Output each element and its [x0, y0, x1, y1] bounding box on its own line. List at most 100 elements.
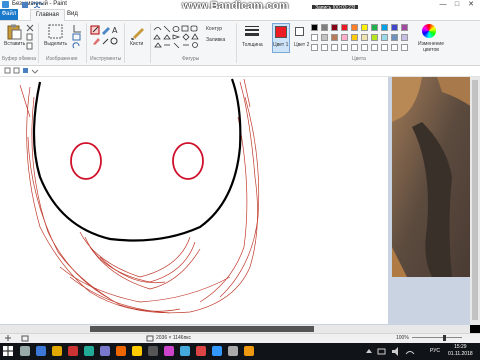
palette-swatch[interactable] — [351, 24, 358, 31]
image-group-label: Изображение — [46, 56, 78, 62]
palette-swatch[interactable] — [311, 34, 318, 41]
taskbar-app-icon[interactable] — [196, 346, 206, 356]
close-button[interactable]: ✕ — [464, 0, 478, 9]
taskbar-app-icon[interactable] — [84, 346, 94, 356]
paste-button-label[interactable]: Вставить — [4, 41, 25, 47]
size-button-label[interactable]: Толщина — [242, 42, 263, 48]
palette-swatch[interactable] — [351, 34, 358, 41]
palette-swatch[interactable] — [381, 44, 388, 51]
palette-swatch[interactable] — [371, 44, 378, 51]
drawing — [19, 78, 260, 314]
taskbar-app-icon[interactable] — [228, 346, 238, 356]
color2-label[interactable]: Цвет 2 — [294, 42, 309, 48]
palette-swatch[interactable] — [341, 44, 348, 51]
color2-swatch[interactable] — [295, 27, 304, 36]
palette-swatch[interactable] — [311, 24, 318, 31]
palette-swatch[interactable] — [381, 34, 388, 41]
palette-swatch[interactable] — [331, 44, 338, 51]
quick-toolbar-icons[interactable] — [4, 67, 44, 75]
palette-swatch[interactable] — [341, 34, 348, 41]
taskbar-app-icon[interactable] — [20, 346, 30, 356]
select-icon[interactable] — [48, 24, 64, 40]
palette-swatch[interactable] — [371, 34, 378, 41]
shapes-gallery[interactable] — [153, 25, 203, 51]
minimize-button[interactable]: — — [436, 0, 450, 9]
separator — [38, 23, 39, 63]
clock-time: 15:29 — [454, 344, 467, 350]
ribbon-tabs: Файл Главная Вид — [0, 9, 480, 21]
palette-swatch[interactable] — [391, 34, 398, 41]
taskbar-app-icon[interactable] — [116, 346, 126, 356]
drawing-canvas[interactable] — [0, 77, 388, 324]
brushes-icon[interactable] — [130, 24, 146, 40]
left-eye — [70, 142, 102, 180]
image-dimensions: 2036 × 1146пкс — [156, 335, 192, 341]
palette-swatch[interactable] — [341, 24, 348, 31]
zoom-slider[interactable] — [412, 337, 462, 338]
palette-swatch[interactable] — [361, 24, 368, 31]
tools-group-label: Инструменты — [90, 56, 122, 62]
maximize-button[interactable]: □ — [450, 0, 464, 9]
palette-swatch[interactable] — [401, 34, 408, 41]
shapes-group-label: Фигуры — [182, 56, 200, 62]
color-palette — [311, 24, 415, 54]
paste-icon[interactable] — [6, 24, 22, 40]
palette-swatch[interactable] — [321, 24, 328, 31]
palette-swatch[interactable] — [361, 34, 368, 41]
edit-colors-label[interactable]: Изменение цветов — [416, 41, 446, 53]
start-icon[interactable] — [2, 345, 14, 357]
status-icons — [5, 335, 29, 342]
taskbar-app-icon[interactable] — [52, 346, 62, 356]
palette-swatch[interactable] — [391, 24, 398, 31]
dimensions-icon — [146, 335, 154, 342]
tools-icons[interactable]: A — [90, 25, 118, 47]
size-icon[interactable] — [244, 25, 260, 39]
separator — [150, 23, 151, 63]
cut-copy-icons[interactable] — [26, 24, 34, 50]
palette-swatch[interactable] — [321, 44, 328, 51]
separator — [236, 23, 237, 63]
select-button-label[interactable]: Выделить — [44, 41, 67, 47]
sketch-lines — [19, 78, 260, 314]
crop-resize-rotate-icons[interactable] — [72, 24, 82, 50]
palette-swatch[interactable] — [381, 24, 388, 31]
quick-access-icons[interactable] — [22, 1, 52, 9]
taskbar-app-icon[interactable] — [244, 346, 254, 356]
clock-date: 01.11.2018 — [448, 351, 473, 357]
palette-swatch[interactable] — [361, 44, 368, 51]
palette-swatch[interactable] — [391, 44, 398, 51]
color1-label: Цвет 1 — [273, 42, 289, 48]
palette-swatch[interactable] — [331, 24, 338, 31]
taskbar-app-icon[interactable] — [148, 346, 158, 356]
taskbar-app-icon[interactable] — [36, 346, 46, 356]
outline-dropdown[interactable]: Контур — [206, 26, 222, 32]
palette-swatch[interactable] — [351, 44, 358, 51]
palette-swatch[interactable] — [371, 24, 378, 31]
brushes-button-label[interactable]: Кисти — [130, 41, 143, 47]
taskbar-app-icon[interactable] — [180, 346, 190, 356]
taskbar-app-icon[interactable] — [68, 346, 78, 356]
tab-view[interactable]: Вид — [62, 9, 83, 20]
palette-swatch[interactable] — [331, 34, 338, 41]
palette-swatch[interactable] — [401, 24, 408, 31]
taskbar-app-icon[interactable] — [164, 346, 174, 356]
taskbar-app-icon[interactable] — [100, 346, 110, 356]
zoom-slider-thumb[interactable] — [443, 335, 446, 341]
horizontal-scroll-thumb[interactable] — [90, 326, 314, 332]
clock[interactable]: 15:29 01.11.2018 — [448, 344, 473, 358]
palette-swatch[interactable] — [311, 44, 318, 51]
tab-file[interactable]: Файл — [0, 9, 18, 20]
taskbar-app-icon[interactable] — [132, 346, 142, 356]
ribbon: Вставить Буфер обмена Выделить Изображен… — [0, 21, 480, 66]
palette-swatch[interactable] — [401, 44, 408, 51]
tray-icons[interactable] — [364, 346, 424, 357]
language-indicator[interactable]: РУС — [430, 348, 440, 354]
palette-swatch[interactable] — [321, 34, 328, 41]
fill-dropdown[interactable]: Заливка — [206, 37, 225, 43]
tab-home[interactable]: Главная — [30, 9, 65, 21]
zoom-level: 100% — [396, 335, 409, 341]
edit-colors-icon[interactable] — [422, 24, 436, 38]
taskbar-app-icon[interactable] — [212, 346, 222, 356]
vertical-scroll-thumb[interactable] — [472, 80, 478, 320]
status-bar: 2036 × 1146пкс 100% — [0, 333, 480, 343]
